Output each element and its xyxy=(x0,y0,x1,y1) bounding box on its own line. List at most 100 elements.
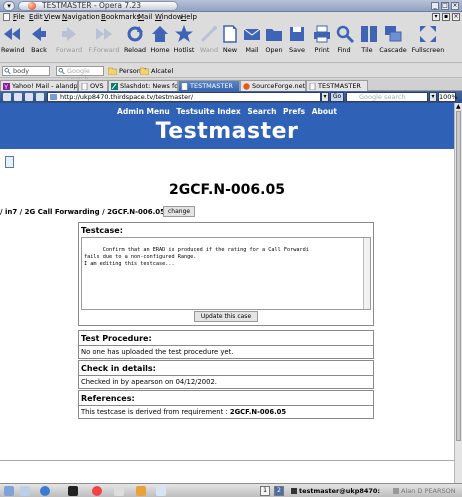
menu-bookmarks[interactable]: Bookmarks xyxy=(101,12,140,22)
scrollbar-thumb[interactable] xyxy=(456,111,461,441)
references-section: References: This testcase is derived fro… xyxy=(78,390,374,419)
cascade-button[interactable]: Cascade xyxy=(378,24,408,54)
wand-icon xyxy=(200,26,217,43)
go-button[interactable]: Go xyxy=(330,92,344,102)
tile-button[interactable]: Tile xyxy=(359,24,377,54)
checkin-heading: Check in details: xyxy=(81,364,156,373)
find-button[interactable]: Find xyxy=(335,24,355,54)
nav-prefs[interactable]: Prefs xyxy=(283,107,305,116)
tab-testmaster[interactable]: TESTMASTER xyxy=(306,80,368,91)
browser-launcher-icon[interactable] xyxy=(40,486,50,496)
menu-edit[interactable]: Edit xyxy=(29,12,43,22)
tab-yahoo-mail[interactable]: Y Yahoo! Mail - alandp... xyxy=(0,80,78,91)
address-history-dropdown[interactable]: ▾ xyxy=(321,92,329,102)
editor-icon[interactable] xyxy=(136,486,146,496)
testcase-heading: Testcase: xyxy=(81,226,123,235)
terminal-icon[interactable] xyxy=(68,486,78,496)
web-search-input[interactable]: Google search xyxy=(346,92,428,102)
page-close-icon[interactable]: × xyxy=(452,13,460,21)
site-favicon xyxy=(50,94,57,100)
lifebuoy-icon[interactable] xyxy=(92,486,102,496)
site-nav: Admin Menu Testsuite Index Search Prefs … xyxy=(0,107,454,116)
document-icon xyxy=(5,156,14,168)
wand-button[interactable]: Wand xyxy=(198,24,220,54)
nav-search[interactable]: Search xyxy=(247,107,276,116)
print-button[interactable]: Print xyxy=(312,24,332,54)
launcher-icon[interactable] xyxy=(20,486,30,496)
open-button[interactable]: Open xyxy=(264,24,284,54)
workspace-2[interactable]: 2 xyxy=(274,486,284,496)
menu-mail[interactable]: Mail xyxy=(138,12,152,22)
change-button[interactable]: change xyxy=(163,206,196,217)
page-menu-icon[interactable]: ▾ xyxy=(432,13,440,21)
folder-icon xyxy=(140,67,149,75)
body-field[interactable]: body xyxy=(2,66,50,76)
page-scrollbar[interactable]: ▲ xyxy=(454,103,462,483)
save-button[interactable]: Save xyxy=(287,24,307,54)
menu-navigation[interactable]: Navigation xyxy=(62,12,100,22)
home-icon xyxy=(152,26,168,42)
nav-admin-menu[interactable]: Admin Menu xyxy=(117,107,170,116)
reload-button[interactable]: Reload xyxy=(123,24,147,54)
tab-testmaster-active[interactable]: TESTMASTER xyxy=(178,80,240,91)
scroll-up-icon[interactable]: ▲ xyxy=(456,104,461,110)
sourceforge-icon xyxy=(243,83,250,90)
procedure-text: No one has uploaded the test procedure y… xyxy=(79,345,373,358)
mail-button[interactable]: Mail xyxy=(242,24,262,54)
textarea-scrollbar[interactable] xyxy=(363,238,370,309)
page-viewport: Admin Menu Testsuite Index Search Prefs … xyxy=(0,103,454,483)
menu-file[interactable]: File xyxy=(13,12,25,22)
window-menu-icon[interactable]: ▾ xyxy=(3,1,15,11)
fast-forward-button[interactable]: F.Forward xyxy=(88,24,120,54)
menu-view[interactable]: View xyxy=(44,12,61,22)
toolbox-icon[interactable] xyxy=(114,486,124,496)
maximize-icon[interactable]: □ xyxy=(441,2,449,10)
task-mail[interactable]: Alan D PEARSON xyxy=(392,485,462,497)
rewind-button[interactable]: Rewind xyxy=(1,24,25,54)
breadcrumb: / in7 / 2G Call Forwarding / 2GCF.N-006.… xyxy=(0,208,166,216)
task-terminal[interactable]: testmaster@ukp8470: xyxy=(290,485,392,497)
testcase-textarea[interactable]: Confirm that an ERAD is produced if the … xyxy=(81,237,371,310)
back-button[interactable]: Back xyxy=(28,24,50,54)
nav-testsuite-index[interactable]: Testsuite Index xyxy=(176,107,240,116)
menu-help[interactable]: Help xyxy=(181,12,197,22)
hotlist-button[interactable]: Hotlist xyxy=(172,24,196,54)
testcase-section: Testcase: Confirm that an ERAD is produc… xyxy=(78,222,374,326)
search-engine-icon xyxy=(58,68,65,74)
site-header: Admin Menu Testsuite Index Search Prefs … xyxy=(0,103,454,149)
references-heading: References: xyxy=(81,394,135,403)
close-icon[interactable]: × xyxy=(451,2,459,10)
page-list-icon[interactable] xyxy=(3,93,11,101)
tab-sourceforge[interactable]: SourceForge.net: H1... xyxy=(240,80,306,91)
page-icon xyxy=(309,83,316,90)
address-bar: http://ukp8470.thirdspace.tv/testmaster/… xyxy=(0,91,462,103)
page-restore-icon[interactable]: ▪ xyxy=(442,13,450,21)
fullscreen-button[interactable]: Fullscreen xyxy=(410,24,446,54)
minimize-icon[interactable]: _ xyxy=(431,2,439,10)
tab-slashdot[interactable]: Slashdot: News for n... xyxy=(108,80,178,91)
procedure-heading: Test Procedure: xyxy=(81,334,152,343)
address-input[interactable]: http://ukp8470.thirdspace.tv/testmaster/ xyxy=(47,92,321,102)
new-button[interactable]: New xyxy=(220,24,240,54)
nav-about[interactable]: About xyxy=(312,107,337,116)
home-button[interactable]: Home xyxy=(149,24,171,54)
page-info-icon[interactable] xyxy=(36,93,44,101)
pen-icon[interactable] xyxy=(156,486,166,496)
google-search-field[interactable]: Google search xyxy=(56,66,104,83)
search-engine-dropdown[interactable]: ▾ xyxy=(429,92,437,102)
workspace-1[interactable]: 1 xyxy=(260,486,270,496)
update-case-button[interactable]: Update this case xyxy=(194,311,258,322)
forward-icon xyxy=(62,27,76,41)
duplicate-page-icon[interactable] xyxy=(14,93,22,101)
menu-window[interactable]: Window xyxy=(155,12,183,22)
terminal-task-icon xyxy=(291,488,297,494)
bookmark-folder-alcatel[interactable]: Alcatel xyxy=(140,66,173,76)
print-page-icon[interactable] xyxy=(25,93,33,101)
references-text: This testcase is derived from requiremen… xyxy=(79,405,373,418)
title-bar: ▾ TESTMASTER - Opera 7.23 _ □ × xyxy=(0,0,462,12)
zoom-field[interactable]: 100% xyxy=(438,92,458,102)
start-menu-icon[interactable] xyxy=(4,486,14,496)
opera-logo-icon xyxy=(28,2,36,10)
forward-button[interactable]: Forward xyxy=(56,24,82,54)
tab-ovs[interactable]: OVS xyxy=(78,80,108,91)
